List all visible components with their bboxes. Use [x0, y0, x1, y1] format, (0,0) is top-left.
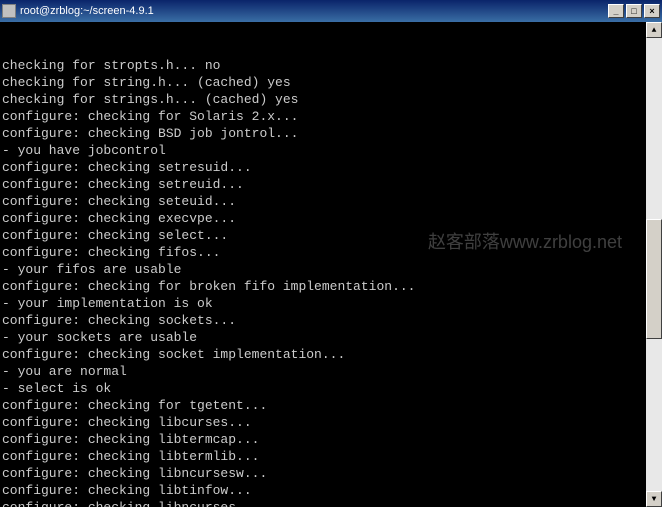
window-titlebar: root@zrblog:~/screen-4.9.1 _ □ × [0, 0, 662, 22]
terminal-line: configure: checking for Solaris 2.x... [2, 108, 660, 125]
terminal-line: - you are normal [2, 363, 660, 380]
terminal-line: checking for strings.h... (cached) yes [2, 91, 660, 108]
terminal-line: configure: checking sockets... [2, 312, 660, 329]
terminal-line: configure: checking libncursesw... [2, 465, 660, 482]
terminal-line: - you have jobcontrol [2, 142, 660, 159]
terminal-line: configure: checking execvpe... [2, 210, 660, 227]
terminal-line: configure: checking libtinfow... [2, 482, 660, 499]
terminal-line: configure: checking BSD job jontrol... [2, 125, 660, 142]
scroll-track[interactable] [646, 38, 662, 491]
terminal-output[interactable]: checking for stropts.h... nochecking for… [0, 22, 662, 507]
scroll-thumb[interactable] [646, 219, 662, 339]
window-controls: _ □ × [608, 4, 660, 18]
terminal-line: configure: checking libtermlib... [2, 448, 660, 465]
terminal-line: configure: checking socket implementatio… [2, 346, 660, 363]
terminal-line: configure: checking libtermcap... [2, 431, 660, 448]
terminal-line: checking for stropts.h... no [2, 57, 660, 74]
terminal-line: configure: checking setresuid... [2, 159, 660, 176]
minimize-button[interactable]: _ [608, 4, 624, 18]
maximize-button[interactable]: □ [626, 4, 642, 18]
app-icon [2, 4, 16, 18]
terminal-line: checking for string.h... (cached) yes [2, 74, 660, 91]
terminal-line: - select is ok [2, 380, 660, 397]
terminal-line: configure: checking seteuid... [2, 193, 660, 210]
terminal-line: - your fifos are usable [2, 261, 660, 278]
terminal-line: configure: checking select... [2, 227, 660, 244]
terminal-line: - your sockets are usable [2, 329, 660, 346]
terminal-line: configure: checking libncurses... [2, 499, 660, 507]
close-button[interactable]: × [644, 4, 660, 18]
terminal-line: - your implementation is ok [2, 295, 660, 312]
terminal-line: configure: checking setreuid... [2, 176, 660, 193]
vertical-scrollbar[interactable]: ▲ ▼ [646, 22, 662, 507]
terminal-line: configure: checking for broken fifo impl… [2, 278, 660, 295]
terminal-line: configure: checking for tgetent... [2, 397, 660, 414]
window-title: root@zrblog:~/screen-4.9.1 [20, 5, 154, 17]
terminal-line: configure: checking libcurses... [2, 414, 660, 431]
scroll-down-button[interactable]: ▼ [646, 491, 662, 507]
scroll-up-button[interactable]: ▲ [646, 22, 662, 38]
titlebar-left: root@zrblog:~/screen-4.9.1 [2, 4, 154, 18]
terminal-line: configure: checking fifos... [2, 244, 660, 261]
